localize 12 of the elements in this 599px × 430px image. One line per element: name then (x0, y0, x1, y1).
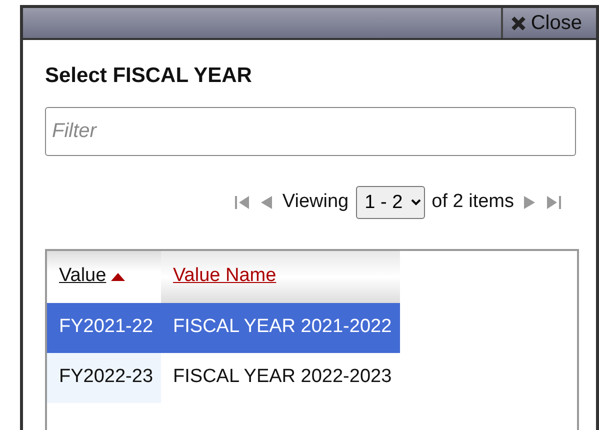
dialog-heading: Select FISCAL YEAR (45, 63, 253, 89)
filter-field[interactable]: Filter (45, 106, 576, 156)
sort-ascending-icon (111, 272, 126, 280)
close-button[interactable]: Close (500, 8, 596, 38)
table-cell: FISCAL YEAR 2021-2022 (161, 302, 400, 352)
page-range-select[interactable]: 1 - 2 (356, 186, 425, 218)
table-cell: FY2022-23 (47, 352, 162, 402)
pager-label: of 2 items (432, 190, 514, 214)
table-cell: FISCAL YEAR 2022-2023 (161, 352, 400, 402)
close-icon (510, 16, 526, 30)
table-cell: FY2021-22 (47, 302, 162, 352)
pager-label: Viewing (282, 190, 349, 214)
